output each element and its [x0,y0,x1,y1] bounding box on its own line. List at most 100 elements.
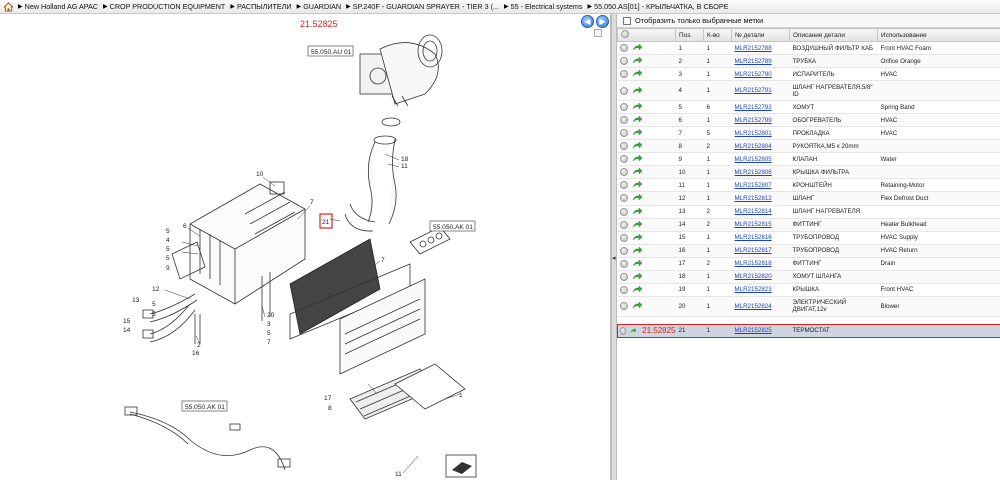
part-number-link[interactable]: MLR2152825 [735,327,772,334]
part-number-9[interactable]: 9 [166,265,170,272]
part-number-3[interactable]: 3 [267,321,271,328]
add-to-cart-arrow-icon[interactable] [632,103,642,111]
info-icon[interactable] [619,259,628,268]
info-icon[interactable] [619,70,628,79]
add-to-cart-arrow-icon[interactable] [632,181,642,189]
part-number-link[interactable]: MLR2152806 [735,169,772,176]
callout-ak-right[interactable]: 55.050.AK 01 [433,224,473,231]
part-number-link[interactable]: MLR2152799 [735,117,772,124]
part-number-15[interactable]: 14 [123,327,131,334]
part-number-link[interactable]: MLR2152789 [735,58,772,65]
info-icon[interactable] [619,207,628,216]
table-row[interactable]: 1 1 MLR2152788 ВОЗДУШНЫЙ ФИЛЬТР КАБ Fron… [617,41,1000,56]
part-number-5[interactable]: 5 [166,228,170,235]
info-icon[interactable] [619,142,628,151]
breadcrumb-item-3[interactable]: ▶ РАСПЫЛИТЕЛИ [230,2,291,11]
info-icon[interactable] [619,168,628,177]
part-number-4[interactable]: 4 [166,237,170,244]
table-row[interactable]: 11 1 MLR2152807 КРОНШТЕЙН Retaining-Moto… [617,178,1000,193]
table-row[interactable]: 12 1 MLR2152812 ШЛАНГ Flex Defrost Duct [617,191,1000,206]
part-number-14[interactable]: 13 [132,297,140,304]
add-to-cart-arrow-icon[interactable] [632,44,642,52]
part-number-16[interactable]: 15 [123,318,131,325]
breadcrumb-item-6[interactable]: ▶ 55 - Electrical systems [504,2,583,11]
add-to-cart-arrow-icon[interactable] [632,155,642,163]
breadcrumb-item-1[interactable]: ▶ New Holland AG APAC [18,2,98,11]
part-number-link[interactable]: MLR2152791 [735,87,772,94]
info-icon[interactable] [619,285,628,294]
collapse-arrow-icon[interactable]: ◂ [612,254,616,266]
add-to-cart-arrow-icon[interactable] [632,142,642,150]
table-row[interactable]: 13 2 MLR2152814 ШЛАНГ НАГРЕВАТЕЛЯ [617,205,1000,219]
part-number-5b[interactable]: 5 [166,246,170,253]
add-to-cart-arrow-icon[interactable] [632,129,642,137]
part-number-link[interactable]: MLR2152792 [735,104,772,111]
table-row[interactable]: 2 1 MLR2152789 ТРУБКА Orifice Orange [617,54,1000,69]
table-row[interactable]: 7 5 MLR2152801 ПРОКЛАДКА HVAC [617,126,1000,141]
add-to-cart-arrow-icon[interactable] [632,116,642,124]
add-to-cart-arrow-icon[interactable] [632,285,642,294]
part-number-5e[interactable]: 5 [152,311,156,318]
header-select[interactable] [617,28,676,42]
part-number-18[interactable]: 18 [401,156,409,163]
info-icon[interactable] [619,246,628,255]
part-number-link[interactable]: MLR2152788 [735,45,772,52]
table-row[interactable]: 19 1 MLR2152823 КРЫШКА Front HVAC [617,283,1000,297]
table-row[interactable]: 3 1 MLR2152790 ИСПАРИТЕЛЬ HVAC [617,67,1000,82]
callout-au[interactable]: 55.050.AU 01 [311,49,352,56]
part-number-7d[interactable]: 7 [328,293,332,300]
part-number-link[interactable]: MLR2152816 [735,234,772,241]
table-row[interactable]: 15 1 MLR2152816 ТРУБОПРОВОД HVAC Supply [617,231,1000,245]
breadcrumb-item-5[interactable]: ▶ SP.240F - GUARDIAN SPRAYER - TIER 3 (..… [346,2,499,11]
part-number-11[interactable]: 10 [256,171,264,178]
header-usage[interactable]: Использование [877,28,1000,42]
info-icon[interactable] [619,86,628,95]
export-icon[interactable] [445,454,477,478]
info-icon[interactable] [619,302,628,311]
part-number-6[interactable]: 6 [183,223,187,230]
table-row[interactable]: 17 2 MLR2152818 ФИТТИНГ Drain [617,257,1000,271]
header-qty[interactable]: К-во [703,28,732,42]
add-to-cart-arrow-icon[interactable] [632,220,642,229]
part-number-17[interactable]: 16 [192,350,200,357]
part-number-1[interactable]: 1 [459,392,463,399]
table-row[interactable]: 10 1 MLR2152806 КРЫШКА ФИЛЬТРА [617,165,1000,180]
add-to-cart-arrow-icon[interactable] [632,207,642,216]
part-number-link[interactable]: MLR2152801 [735,130,772,137]
part-number-link[interactable]: MLR2152814 [735,208,772,215]
home-icon[interactable] [3,1,14,12]
part-number-7b[interactable]: 7 [267,339,271,346]
show-selected-checkbox[interactable] [623,16,631,25]
add-to-cart-arrow-icon[interactable] [632,272,642,281]
table-row[interactable]: 16 1 MLR2152817 ТРУБОПРОВОД HVAC Return [617,244,1000,258]
part-number-21[interactable]: 21 [322,219,330,226]
add-to-cart-arrow-icon[interactable] [632,194,642,202]
info-icon[interactable] [619,272,628,281]
part-number-7c[interactable]: 7 [381,257,385,264]
info-icon[interactable] [620,326,626,335]
part-number-link[interactable]: MLR2152817 [735,247,772,254]
part-number-13[interactable]: 12 [152,286,160,293]
header-desc[interactable]: Описание детали [789,28,878,42]
part-number-12[interactable]: 11 [401,163,408,170]
part-number-7[interactable]: 7 [310,199,314,206]
add-to-cart-arrow-icon[interactable] [632,233,642,242]
part-number-5d[interactable]: 5 [152,301,156,308]
add-to-cart-arrow-icon[interactable] [632,259,642,268]
part-number-20[interactable]: 20 [267,312,275,319]
breadcrumb-item-4[interactable]: ▶ GUARDIAN [297,2,342,11]
info-icon[interactable] [619,220,628,229]
part-number-10[interactable]: 11 [395,471,402,478]
table-row-selected[interactable]: 21.52825 21 1 MLR2152825 ТЕРМОСТАТ [617,323,1000,338]
info-icon[interactable] [619,116,628,125]
table-row[interactable]: 5 6 MLR2152792 ХОМУТ Spring Band [617,100,1000,115]
add-to-cart-arrow-icon[interactable] [630,327,637,335]
table-row[interactable]: 20 1 MLR2152824 ЭЛЕКТРИЧЕСКИЙ ДВИГАТ,12v… [617,296,1000,317]
table-row[interactable]: 6 1 MLR2152799 ОБОГРЕВАТЕЛЬ HVAC [617,113,1000,128]
table-row[interactable]: 18 1 MLR2152820 ХОМУТ ШЛАНГА [617,270,1000,284]
add-to-cart-arrow-icon[interactable] [632,168,642,176]
add-to-cart-arrow-icon[interactable] [632,57,642,65]
info-icon[interactable] [619,155,628,164]
add-to-cart-arrow-icon[interactable] [632,302,642,310]
part-number-19[interactable]: 17 [324,395,332,402]
